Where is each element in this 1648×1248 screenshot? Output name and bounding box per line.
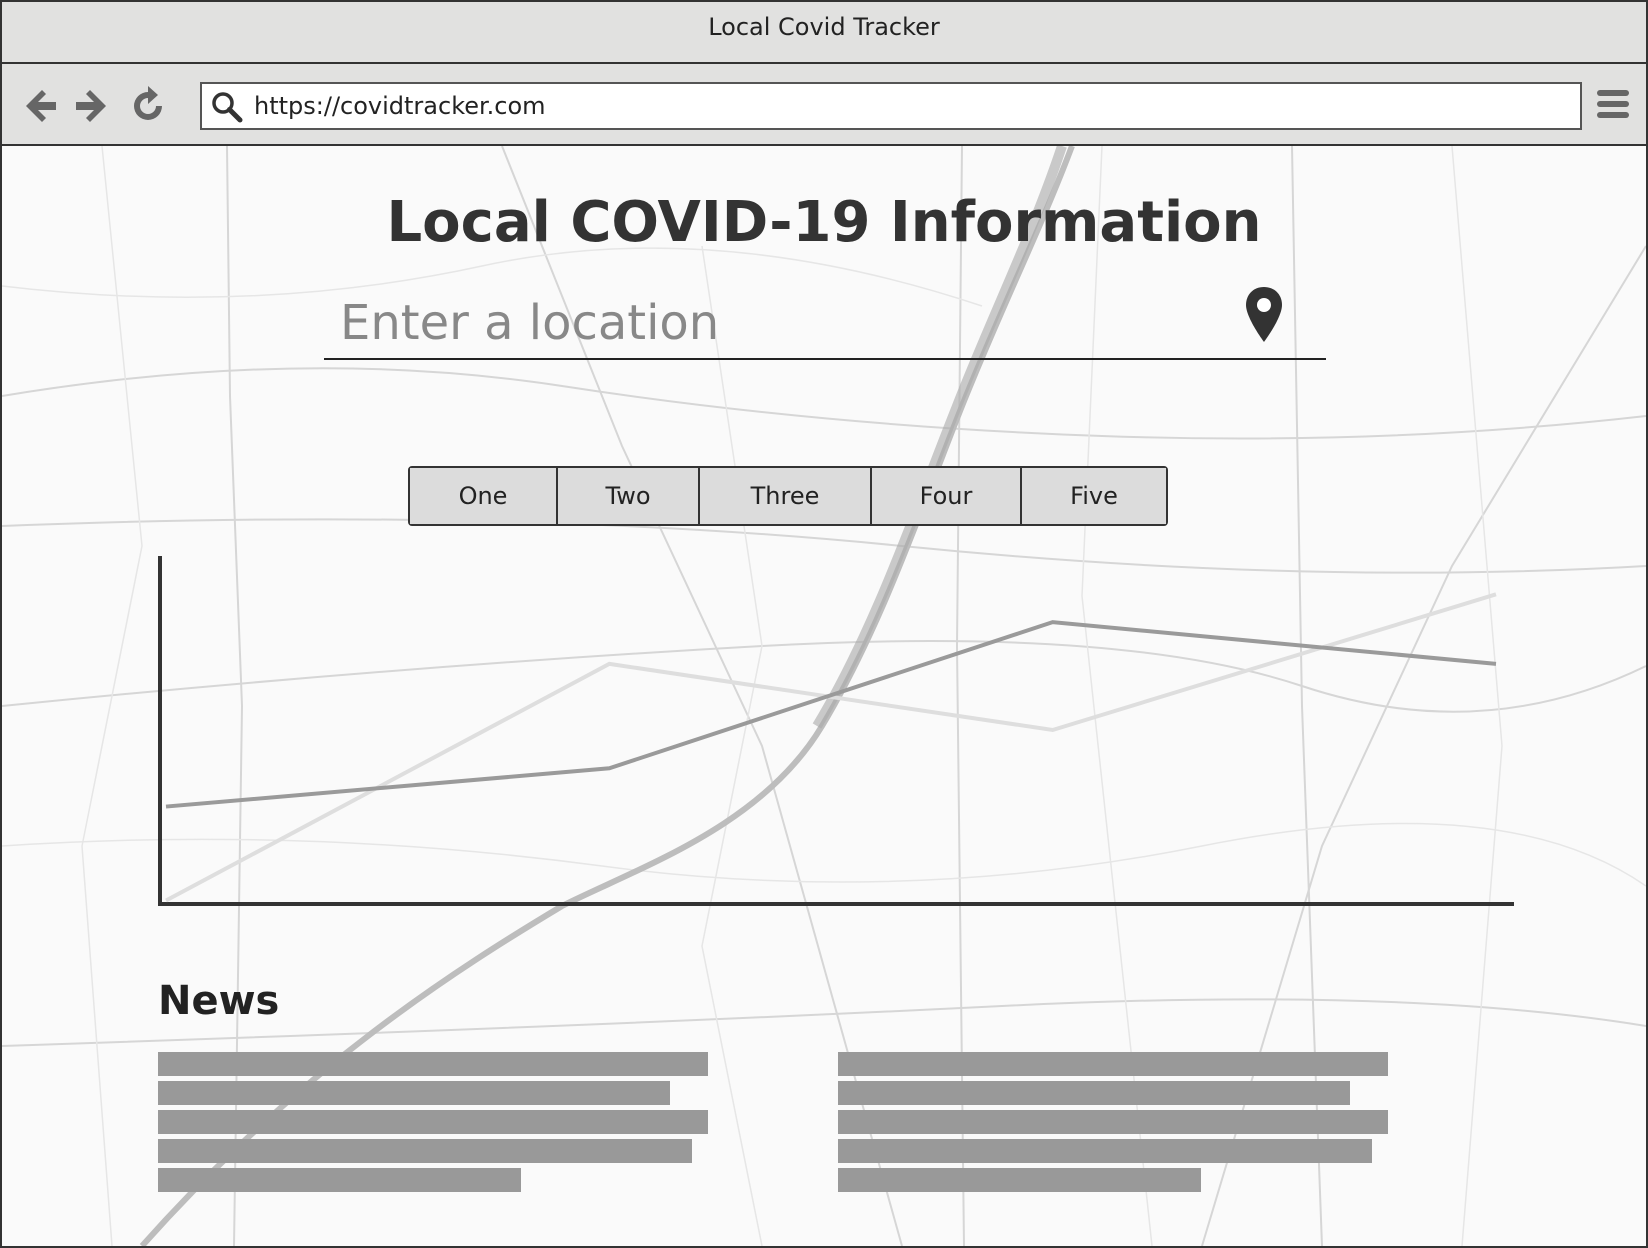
news-heading: News bbox=[158, 978, 280, 1024]
page-content: Local COVID-19 Information One Two Three… bbox=[2, 146, 1646, 1246]
series-line-1 bbox=[165, 620, 1497, 809]
tab-one[interactable]: One bbox=[410, 468, 558, 524]
line-chart bbox=[158, 556, 1514, 906]
news-text-line bbox=[838, 1168, 1201, 1192]
address-bar[interactable]: https://covidtracker.com bbox=[200, 82, 1582, 130]
browser-window: Local Covid Tracker https://covidtracker… bbox=[0, 0, 1648, 1248]
map-pin-icon[interactable] bbox=[1244, 286, 1284, 344]
location-search bbox=[324, 286, 1326, 360]
series-line-2 bbox=[165, 592, 1497, 903]
tab-four[interactable]: Four bbox=[872, 468, 1022, 524]
news-text-line bbox=[838, 1052, 1388, 1076]
news-text-line bbox=[838, 1139, 1372, 1163]
tab-three[interactable]: Three bbox=[700, 468, 872, 524]
browser-toolbar: https://covidtracker.com bbox=[2, 64, 1646, 146]
news-text-line bbox=[158, 1052, 708, 1076]
window-title: Local Covid Tracker bbox=[708, 13, 940, 41]
arrow-right-icon[interactable] bbox=[70, 86, 110, 126]
news-text-line bbox=[158, 1168, 521, 1192]
news-text-line bbox=[838, 1110, 1388, 1134]
tab-two[interactable]: Two bbox=[558, 468, 700, 524]
tab-bar: One Two Three Four Five bbox=[408, 466, 1168, 526]
arrow-left-icon[interactable] bbox=[22, 86, 62, 126]
tab-five[interactable]: Five bbox=[1022, 468, 1166, 524]
news-text-line bbox=[158, 1110, 708, 1134]
hamburger-menu-icon[interactable] bbox=[1596, 86, 1630, 122]
search-icon bbox=[212, 92, 243, 123]
news-text-line bbox=[158, 1139, 692, 1163]
page-title: Local COVID-19 Information bbox=[386, 190, 1262, 255]
location-input[interactable] bbox=[338, 292, 1242, 354]
window-titlebar: Local Covid Tracker bbox=[2, 2, 1646, 64]
news-text-line bbox=[838, 1081, 1350, 1105]
news-text-line bbox=[158, 1081, 670, 1105]
reload-icon[interactable] bbox=[128, 86, 168, 126]
url-text[interactable]: https://covidtracker.com bbox=[254, 84, 546, 128]
